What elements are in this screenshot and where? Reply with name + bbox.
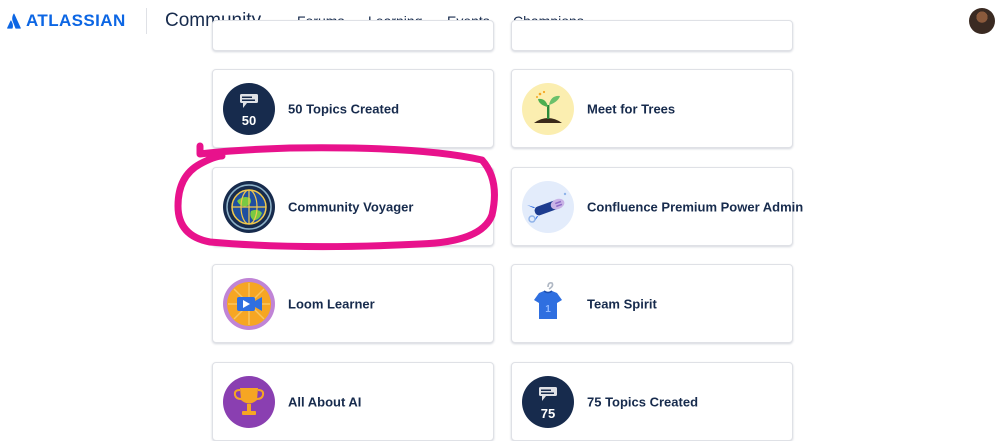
badge-card-confluence-premium[interactable]: Confluence Premium Power Admin xyxy=(511,167,803,246)
chat-count-50-icon: 50 xyxy=(223,82,275,135)
brand-wordmark: ATLASSIAN xyxy=(26,11,126,30)
badge-card-partial xyxy=(511,20,793,51)
badge-card-50-topics[interactable]: 50 50 Topics Created xyxy=(212,69,494,148)
rocket-icon xyxy=(522,180,574,233)
top-navigation-bar: ATLASSIAN Community Forums Learning Even… xyxy=(0,0,999,44)
sapling-icon xyxy=(522,82,574,135)
badge-title: Loom Learner xyxy=(288,296,375,311)
badge-title: 50 Topics Created xyxy=(288,101,400,116)
globe-icon xyxy=(223,180,275,233)
badge-title: All About AI xyxy=(288,394,362,409)
badge-card-community-voyager[interactable]: Community Voyager xyxy=(212,167,494,246)
badge-card-meet-for-trees[interactable]: Meet for Trees xyxy=(511,69,793,148)
badge-card-all-about-ai[interactable]: All About AI xyxy=(212,362,494,441)
video-camera-icon xyxy=(223,277,275,330)
badge-title: Meet for Trees xyxy=(587,101,676,116)
svg-text:1: 1 xyxy=(545,304,551,315)
atlassian-logo[interactable]: ATLASSIAN xyxy=(7,11,126,31)
chat-count-75-icon: 75 xyxy=(522,375,574,428)
badge-card-75-topics[interactable]: 75 75 Topics Created xyxy=(511,362,793,441)
badge-card-loom-learner[interactable]: Loom Learner xyxy=(212,264,494,343)
trophy-icon xyxy=(223,375,275,428)
badge-count-text: 75 xyxy=(541,406,555,421)
atlassian-mark-icon xyxy=(7,13,21,29)
badge-title: 75 Topics Created xyxy=(587,394,699,409)
jersey-icon: 1 xyxy=(522,278,574,330)
header-divider xyxy=(146,8,147,34)
badge-count-text: 50 xyxy=(242,113,256,128)
user-avatar[interactable] xyxy=(969,8,995,34)
badge-card-partial xyxy=(212,20,494,51)
badge-card-team-spirit[interactable]: 1 Team Spirit xyxy=(511,264,793,343)
badge-title: Team Spirit xyxy=(587,296,657,311)
badge-title: Confluence Premium Power Admin xyxy=(587,199,804,214)
badge-title: Community Voyager xyxy=(288,199,414,214)
